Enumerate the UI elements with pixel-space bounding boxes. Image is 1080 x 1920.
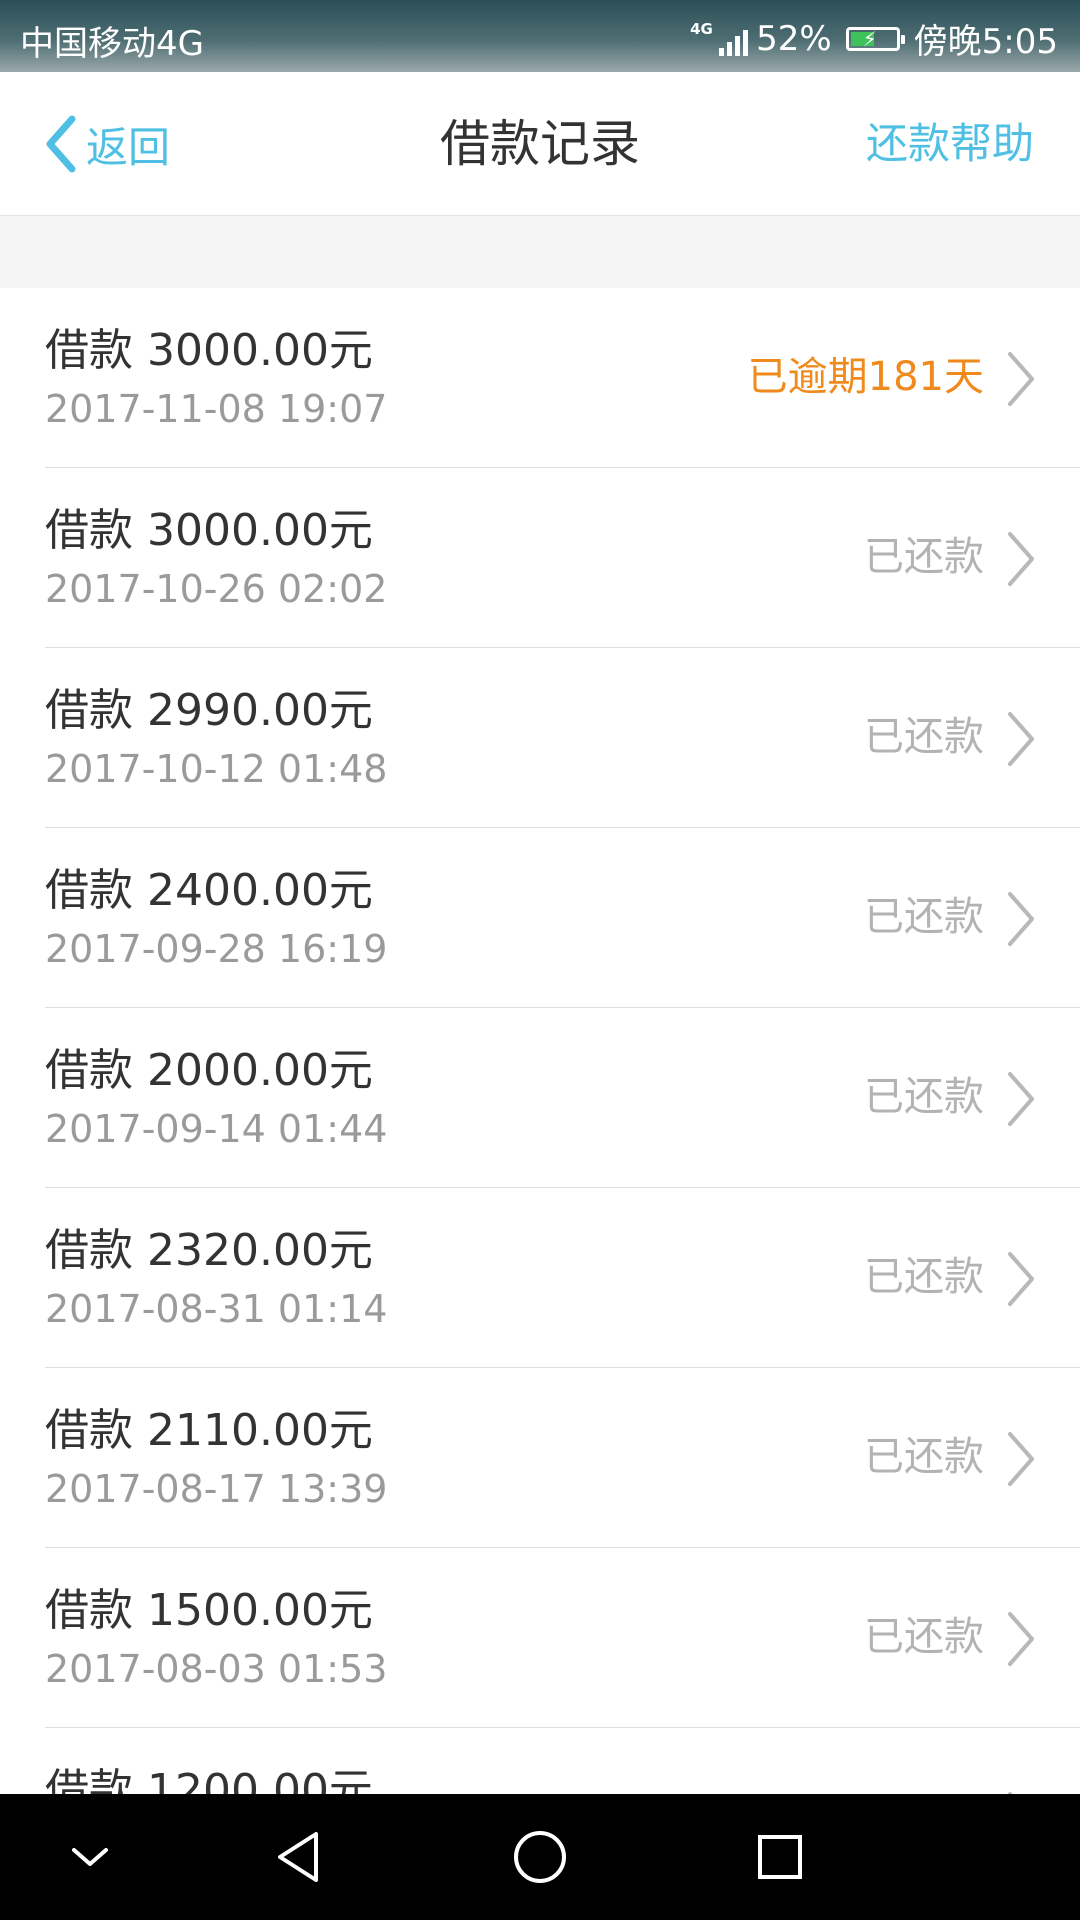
- loan-date: 2017-09-14 01:44: [45, 1107, 388, 1151]
- loan-record-row[interactable]: 借款 2990.00元 2017-10-12 01:48 已还款: [0, 648, 1080, 828]
- loan-record-row[interactable]: 借款 3000.00元 2017-10-26 02:02 已还款: [0, 468, 1080, 648]
- loan-status: 已还款: [864, 1614, 984, 1660]
- loan-amount: 借款 2320.00元: [45, 1225, 373, 1276]
- back-triangle-icon[interactable]: [264, 1822, 334, 1892]
- loan-amount: 借款 2990.00元: [45, 685, 373, 736]
- loan-amount: 借款 3000.00元: [45, 505, 373, 556]
- chevron-right-icon: [1008, 1612, 1034, 1666]
- loan-amount: 借款 2110.00元: [45, 1405, 373, 1456]
- chevron-right-icon: [1008, 892, 1034, 946]
- battery-percent: 52%: [756, 18, 832, 59]
- clock: 傍晚5:05: [913, 22, 1058, 62]
- loan-status: 已还款: [864, 714, 984, 760]
- loan-status: 已还款: [864, 534, 984, 580]
- loan-date: 2017-08-03 01:53: [45, 1647, 388, 1691]
- battery-icon: ⚡: [845, 26, 905, 51]
- loan-record-row[interactable]: 借款 1200.00元: [0, 1728, 1080, 1794]
- loan-status: 已还款: [864, 1074, 984, 1120]
- loan-date: 2017-08-17 13:39: [45, 1467, 388, 1511]
- loan-record-row[interactable]: 借款 2000.00元 2017-09-14 01:44 已还款: [0, 1008, 1080, 1188]
- loan-status: 已逾期181天: [747, 354, 984, 400]
- loan-record-row[interactable]: 借款 2320.00元 2017-08-31 01:14 已还款: [0, 1188, 1080, 1368]
- chevron-right-icon: [1008, 532, 1034, 586]
- signal-icon: 4G: [690, 21, 749, 56]
- loan-amount: 借款 1200.00元: [45, 1765, 373, 1794]
- chevron-right-icon: [1008, 352, 1034, 406]
- section-spacer: [0, 216, 1080, 288]
- chevron-down-icon[interactable]: [55, 1822, 125, 1892]
- loan-date: 2017-10-12 01:48: [45, 747, 388, 791]
- loan-record-row[interactable]: 借款 3000.00元 2017-11-08 19:07 已逾期181天: [0, 288, 1080, 468]
- chevron-right-icon: [1008, 1072, 1034, 1126]
- loan-status: 已还款: [864, 1254, 984, 1300]
- loan-amount: 借款 2000.00元: [45, 1045, 373, 1096]
- loan-amount: 借款 1500.00元: [45, 1585, 373, 1636]
- home-circle-icon[interactable]: [505, 1822, 575, 1892]
- loan-status: 已还款: [864, 894, 984, 940]
- chevron-right-icon: [1008, 1432, 1034, 1486]
- nav-header: 返回 借款记录 还款帮助: [0, 72, 1080, 216]
- status-icons: 4G 52% ⚡ 傍晚5:05: [682, 14, 1058, 63]
- status-bar: 中国移动4G 4G 52% ⚡ 傍晚5:05: [0, 0, 1080, 72]
- loan-amount: 借款 3000.00元: [45, 325, 373, 376]
- loan-amount: 借款 2400.00元: [45, 865, 373, 916]
- chevron-right-icon: [1008, 1252, 1034, 1306]
- repayment-help-link[interactable]: 还款帮助: [866, 112, 1034, 176]
- loan-date: 2017-10-26 02:02: [45, 567, 388, 611]
- loan-status: 已还款: [864, 1434, 984, 1480]
- loan-record-row[interactable]: 借款 1500.00元 2017-08-03 01:53 已还款: [0, 1548, 1080, 1728]
- loan-date: 2017-11-08 19:07: [45, 387, 388, 431]
- system-navigation-bar: [0, 1794, 1080, 1920]
- carrier-label: 中国移动4G: [20, 24, 204, 64]
- recents-square-icon[interactable]: [745, 1822, 815, 1892]
- loan-record-row[interactable]: 借款 2400.00元 2017-09-28 16:19 已还款: [0, 828, 1080, 1008]
- chevron-right-icon: [1008, 712, 1034, 766]
- loan-record-list[interactable]: 借款 3000.00元 2017-11-08 19:07 已逾期181天 借款 300…: [0, 288, 1080, 1794]
- loan-record-row[interactable]: 借款 2110.00元 2017-08-17 13:39 已还款: [0, 1368, 1080, 1548]
- loan-date: 2017-09-28 16:19: [45, 927, 388, 971]
- loan-date: 2017-08-31 01:14: [45, 1287, 388, 1331]
